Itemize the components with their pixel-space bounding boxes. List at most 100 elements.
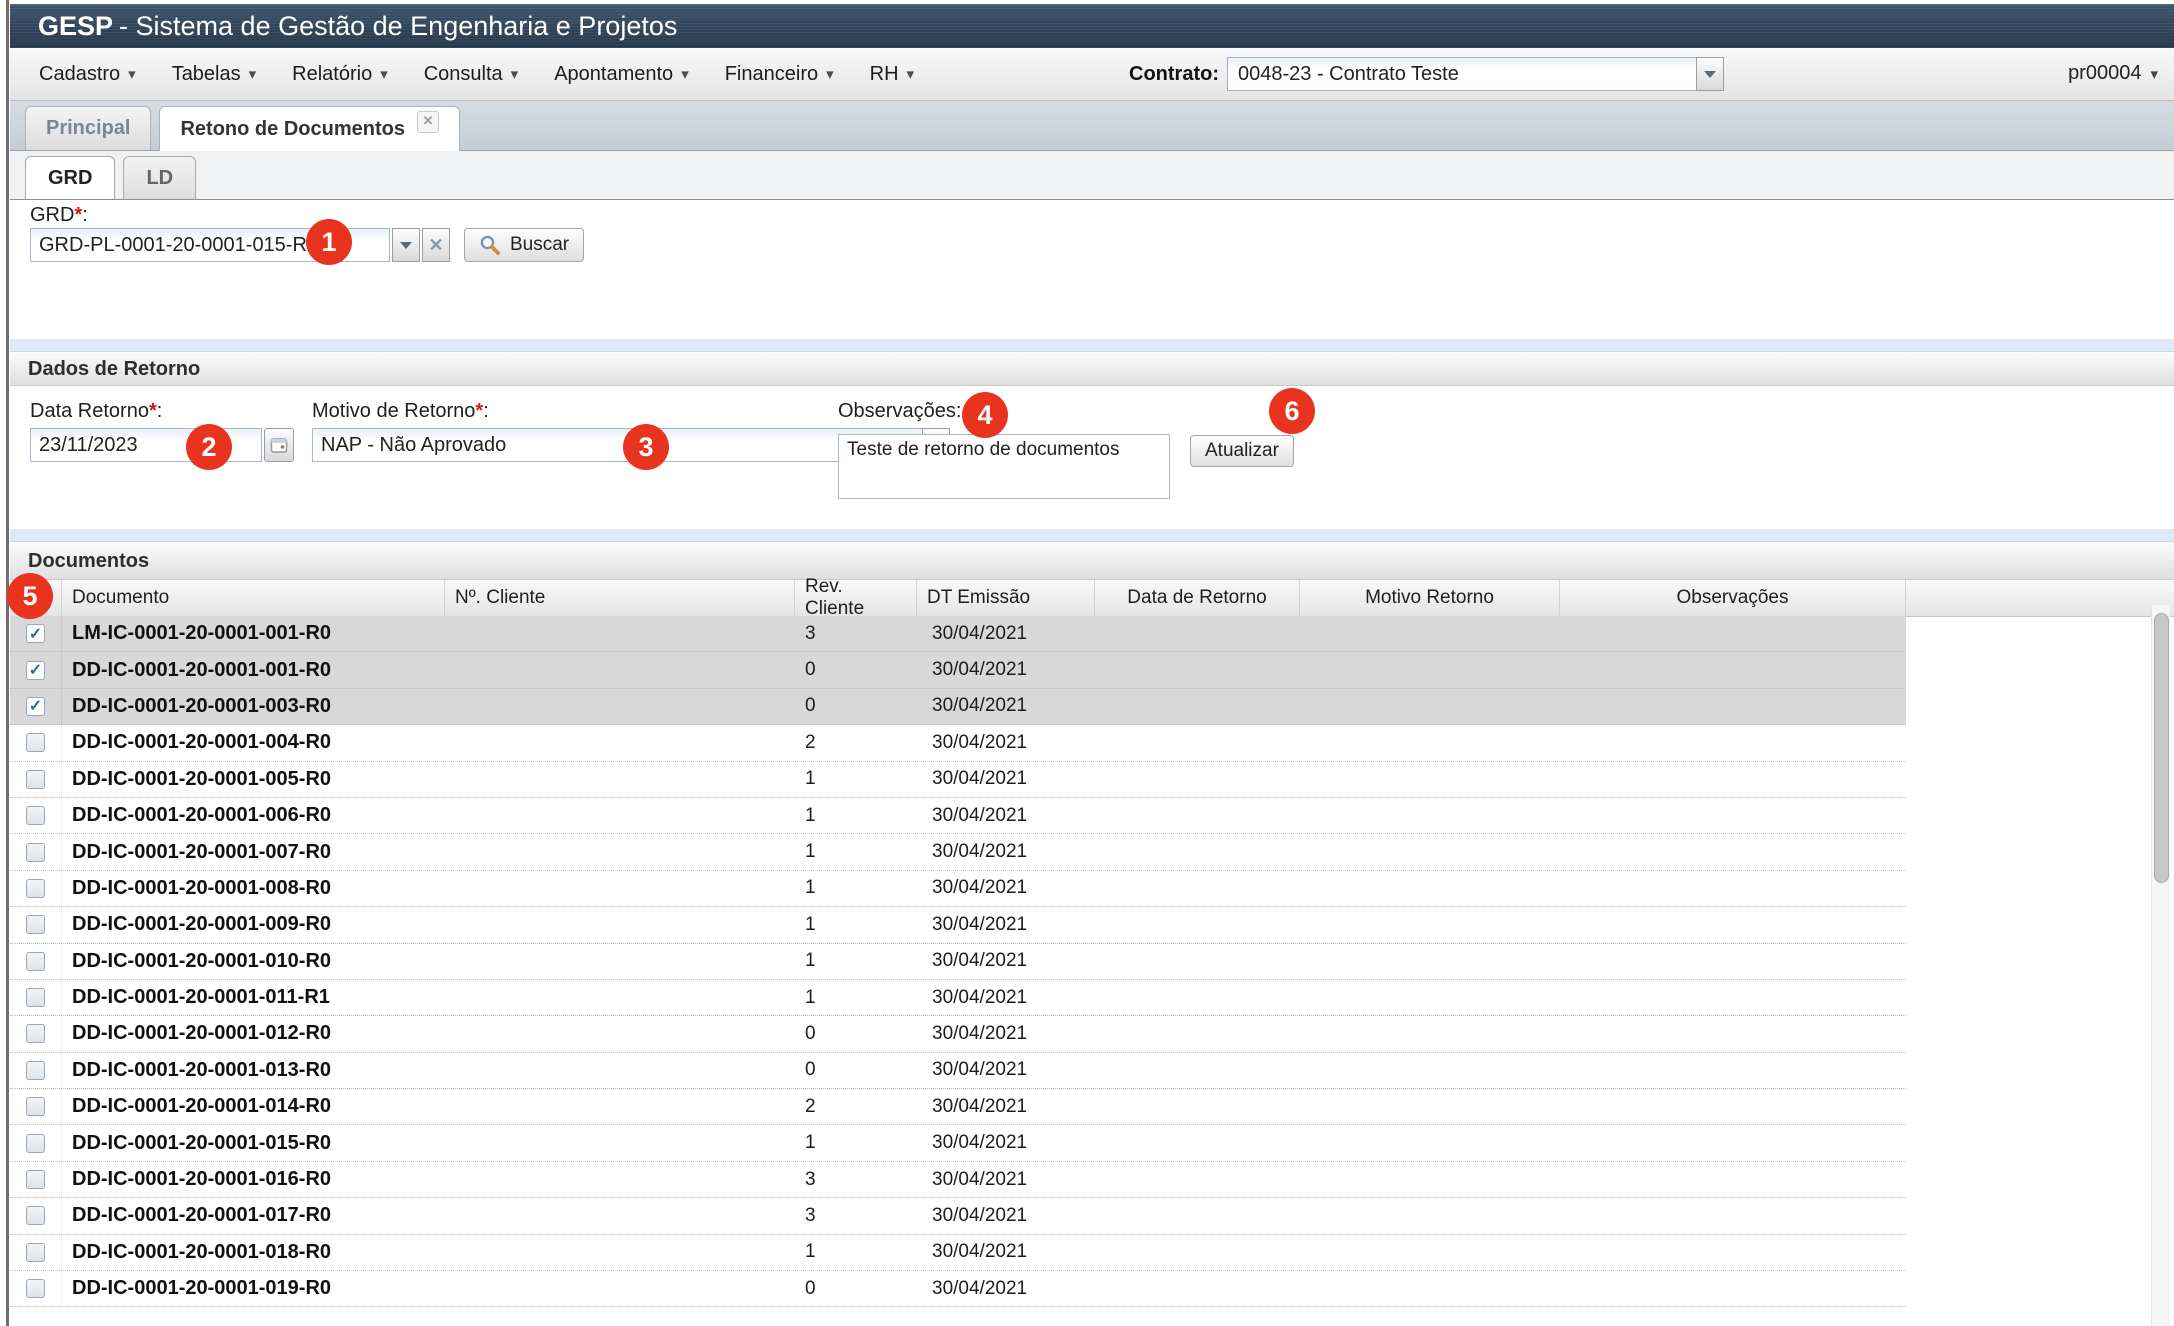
contract-input[interactable] [1227, 57, 1696, 91]
tab-grd[interactable]: GRD [25, 156, 115, 199]
table-row[interactable]: DD-IC-0001-20-0001-009-R0130/04/2021 [10, 907, 1906, 943]
table-cell: 30/04/2021 [917, 1053, 1095, 1088]
observacoes-textarea[interactable]: Teste de retorno de documentos [838, 434, 1170, 499]
row-checkbox[interactable] [26, 1170, 45, 1189]
table-row[interactable]: ✓DD-IC-0001-20-0001-003-R0030/04/2021 [10, 689, 1906, 725]
tab-principal[interactable]: Principal [25, 106, 151, 150]
table-row[interactable]: DD-IC-0001-20-0001-019-R0030/04/2021 [10, 1271, 1906, 1307]
grd-clear-button[interactable]: ✕ [422, 228, 450, 262]
row-checkbox[interactable] [26, 1134, 45, 1153]
table-row[interactable]: DD-IC-0001-20-0001-007-R0130/04/2021 [10, 834, 1906, 870]
table-cell [10, 1089, 62, 1124]
table-cell [1300, 689, 1560, 724]
dados-header-label: Dados de Retorno [28, 358, 200, 381]
table-cell: DD-IC-0001-20-0001-003-R0 [62, 689, 445, 724]
user-menu[interactable]: pr00004 ▾ [2068, 62, 2158, 85]
row-checkbox[interactable] [26, 770, 45, 789]
column-header-dt-emissao[interactable]: DT Emissão [917, 580, 1095, 616]
row-checkbox[interactable] [26, 1024, 45, 1043]
date-picker-button[interactable] [264, 428, 294, 462]
table-cell [1560, 944, 1906, 979]
tab-ld[interactable]: LD [123, 156, 196, 199]
table-cell [1095, 762, 1300, 797]
row-checkbox[interactable] [26, 1279, 45, 1298]
grid-body: ✓LM-IC-0001-20-0001-001-R0330/04/2021✓DD… [10, 616, 1906, 1307]
annotation-badge-1: 1 [306, 219, 352, 265]
menu-item-rh[interactable]: RH▾ [870, 63, 914, 86]
table-row[interactable]: DD-IC-0001-20-0001-011-R1130/04/2021 [10, 980, 1906, 1016]
row-checkbox[interactable] [26, 806, 45, 825]
table-cell [1095, 1162, 1300, 1197]
vertical-scrollbar[interactable] [2151, 605, 2170, 1326]
column-header-observacoes[interactable]: Observações [1560, 580, 1906, 616]
column-header-motivo-retorno[interactable]: Motivo Retorno [1300, 580, 1560, 616]
table-row[interactable]: DD-IC-0001-20-0001-006-R0130/04/2021 [10, 798, 1906, 834]
column-header-n-cliente[interactable]: Nº. Cliente [445, 580, 795, 616]
scrollbar-thumb[interactable] [2154, 613, 2169, 883]
contract-dropdown-button[interactable] [1696, 57, 1724, 91]
table-row[interactable]: DD-IC-0001-20-0001-005-R0130/04/2021 [10, 762, 1906, 798]
table-row[interactable]: DD-IC-0001-20-0001-008-R0130/04/2021 [10, 871, 1906, 907]
menu-item-apontamento[interactable]: Apontamento▾ [554, 63, 689, 86]
row-checkbox[interactable]: ✓ [26, 661, 45, 680]
table-cell [1560, 907, 1906, 942]
annotation-badge-6: 6 [1269, 388, 1315, 434]
table-row[interactable]: DD-IC-0001-20-0001-014-R0230/04/2021 [10, 1089, 1906, 1125]
menu-item-relatório[interactable]: Relatório▾ [292, 63, 388, 86]
table-cell: DD-IC-0001-20-0001-012-R0 [62, 1016, 445, 1051]
row-checkbox[interactable] [26, 1097, 45, 1116]
table-cell: DD-IC-0001-20-0001-017-R0 [62, 1198, 445, 1233]
atualizar-button[interactable]: Atualizar [1190, 435, 1294, 467]
table-cell: 0 [795, 1016, 917, 1051]
table-cell [10, 980, 62, 1015]
contract-combobox[interactable] [1227, 57, 1724, 91]
row-checkbox[interactable] [26, 1243, 45, 1262]
menu-item-consulta[interactable]: Consulta▾ [424, 63, 518, 86]
table-row[interactable]: DD-IC-0001-20-0001-004-R0230/04/2021 [10, 725, 1906, 761]
row-checkbox[interactable] [26, 733, 45, 752]
table-cell [10, 1016, 62, 1051]
grd-dropdown-button[interactable] [392, 228, 420, 262]
table-cell [1560, 616, 1906, 651]
row-checkbox[interactable]: ✓ [26, 697, 45, 716]
tab-retorno-de-documentos[interactable]: Retono de Documentos ✕ [159, 106, 459, 151]
row-checkbox[interactable] [26, 1206, 45, 1225]
row-checkbox[interactable] [26, 952, 45, 971]
table-cell: DD-IC-0001-20-0001-008-R0 [62, 871, 445, 906]
table-cell: DD-IC-0001-20-0001-019-R0 [62, 1271, 445, 1306]
row-checkbox[interactable] [26, 879, 45, 898]
row-checkbox[interactable] [26, 1061, 45, 1080]
table-row[interactable]: ✓LM-IC-0001-20-0001-001-R0330/04/2021 [10, 616, 1906, 652]
table-row[interactable]: DD-IC-0001-20-0001-017-R0330/04/2021 [10, 1198, 1906, 1234]
table-row[interactable]: DD-IC-0001-20-0001-018-R0130/04/2021 [10, 1235, 1906, 1271]
menu-item-label: Relatório [292, 63, 372, 86]
row-checkbox[interactable] [26, 843, 45, 862]
table-row[interactable]: DD-IC-0001-20-0001-016-R0330/04/2021 [10, 1162, 1906, 1198]
table-cell [445, 980, 795, 1015]
username-label: pr00004 [2068, 62, 2141, 85]
table-cell: 1 [795, 944, 917, 979]
column-header-data-de-retorno[interactable]: Data de Retorno [1095, 580, 1300, 616]
table-row[interactable]: DD-IC-0001-20-0001-013-R0030/04/2021 [10, 1053, 1906, 1089]
buscar-button[interactable]: Buscar [464, 228, 584, 262]
menu-item-cadastro[interactable]: Cadastro▾ [39, 63, 136, 86]
column-header-rev-cliente[interactable]: Rev. Cliente [795, 580, 917, 616]
table-cell [445, 1162, 795, 1197]
table-row[interactable]: DD-IC-0001-20-0001-015-R0130/04/2021 [10, 1125, 1906, 1161]
table-cell [1300, 1053, 1560, 1088]
row-checkbox[interactable] [26, 915, 45, 934]
motivo-retorno-input[interactable] [312, 428, 922, 462]
row-checkbox[interactable]: ✓ [26, 624, 45, 643]
table-cell [1560, 689, 1906, 724]
close-icon[interactable]: ✕ [417, 111, 439, 133]
menu-item-tabelas[interactable]: Tabelas▾ [172, 63, 256, 86]
menu-item-financeiro[interactable]: Financeiro▾ [725, 63, 834, 86]
table-cell: LM-IC-0001-20-0001-001-R0 [62, 616, 445, 651]
app-window: GESP - Sistema de Gestão de Engenharia e… [0, 0, 2174, 1326]
table-row[interactable]: DD-IC-0001-20-0001-010-R0130/04/2021 [10, 944, 1906, 980]
table-row[interactable]: ✓DD-IC-0001-20-0001-001-R0030/04/2021 [10, 652, 1906, 688]
table-row[interactable]: DD-IC-0001-20-0001-012-R0030/04/2021 [10, 1016, 1906, 1052]
row-checkbox[interactable] [26, 988, 45, 1007]
table-cell [1560, 834, 1906, 869]
column-header-documento[interactable]: Documento [62, 580, 445, 616]
